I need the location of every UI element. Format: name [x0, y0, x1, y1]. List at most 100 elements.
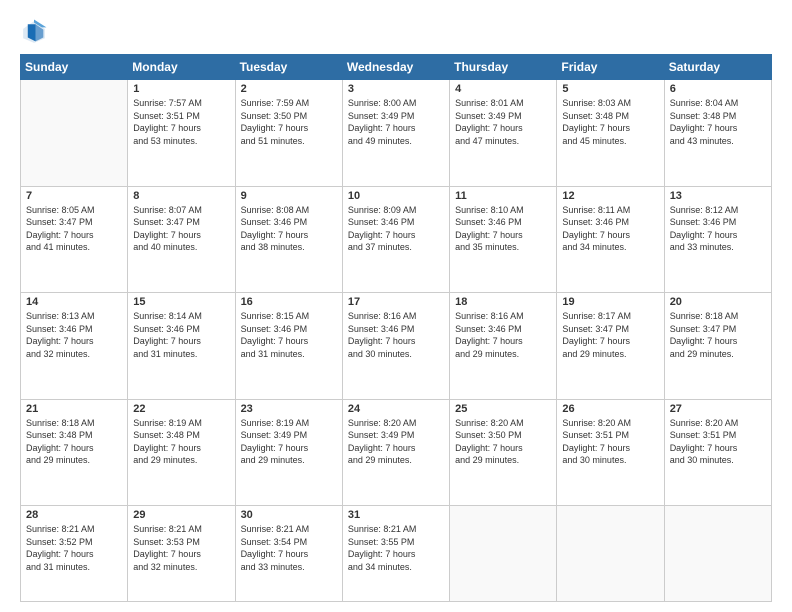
day-info: Sunrise: 8:05 AM Sunset: 3:47 PM Dayligh… [26, 204, 122, 254]
day-info: Sunrise: 7:57 AM Sunset: 3:51 PM Dayligh… [133, 97, 229, 147]
day-number: 20 [670, 296, 766, 308]
calendar-cell: 23 Sunrise: 8:19 AM Sunset: 3:49 PM Dayli… [235, 399, 342, 506]
day-info: Sunrise: 8:11 AM Sunset: 3:46 PM Dayligh… [562, 204, 658, 254]
day-number: 31 [348, 509, 444, 521]
calendar-cell: 22 Sunrise: 8:19 AM Sunset: 3:48 PM Dayli… [128, 399, 235, 506]
day-info: Sunrise: 8:17 AM Sunset: 3:47 PM Dayligh… [562, 310, 658, 360]
day-info: Sunrise: 8:08 AM Sunset: 3:46 PM Dayligh… [241, 204, 337, 254]
day-number: 9 [241, 190, 337, 202]
calendar-cell: 24 Sunrise: 8:20 AM Sunset: 3:49 PM Dayli… [342, 399, 449, 506]
day-info: Sunrise: 8:18 AM Sunset: 3:47 PM Dayligh… [670, 310, 766, 360]
calendar-cell [450, 506, 557, 602]
weekday-header: Wednesday [342, 55, 449, 80]
day-info: Sunrise: 8:18 AM Sunset: 3:48 PM Dayligh… [26, 417, 122, 467]
calendar-cell: 15Sunrise: 8:14 AM Sunset: 3:46 PM Dayli… [128, 293, 235, 400]
day-number: 25 [455, 403, 551, 415]
day-number: 14 [26, 296, 122, 308]
calendar-cell: 27 Sunrise: 8:20 AM Sunset: 3:51 PM Dayli… [664, 399, 771, 506]
day-number: 23 [241, 403, 337, 415]
day-info: Sunrise: 8:21 AM Sunset: 3:52 PM Dayligh… [26, 523, 122, 573]
header [20, 18, 772, 46]
day-info: Sunrise: 8:03 AM Sunset: 3:48 PM Dayligh… [562, 97, 658, 147]
calendar-cell: 8 Sunrise: 8:07 AM Sunset: 3:47 PM Daylig… [128, 186, 235, 293]
calendar-cell [21, 80, 128, 187]
calendar-cell: 29 Sunrise: 8:21 AM Sunset: 3:53 PM Dayli… [128, 506, 235, 602]
day-number: 2 [241, 83, 337, 95]
day-info: Sunrise: 7:59 AM Sunset: 3:50 PM Dayligh… [241, 97, 337, 147]
calendar-cell: 25 Sunrise: 8:20 AM Sunset: 3:50 PM Dayli… [450, 399, 557, 506]
weekday-header: Sunday [21, 55, 128, 80]
day-number: 13 [670, 190, 766, 202]
calendar-cell [664, 506, 771, 602]
day-number: 16 [241, 296, 337, 308]
page: SundayMondayTuesdayWednesdayThursdayFrid… [0, 0, 792, 612]
day-number: 4 [455, 83, 551, 95]
day-info: Sunrise: 8:21 AM Sunset: 3:54 PM Dayligh… [241, 523, 337, 573]
day-info: Sunrise: 8:19 AM Sunset: 3:48 PM Dayligh… [133, 417, 229, 467]
calendar-cell: 10Sunrise: 8:09 AM Sunset: 3:46 PM Dayli… [342, 186, 449, 293]
day-number: 3 [348, 83, 444, 95]
day-info: Sunrise: 8:01 AM Sunset: 3:49 PM Dayligh… [455, 97, 551, 147]
calendar-cell: 4 Sunrise: 8:01 AM Sunset: 3:49 PM Daylig… [450, 80, 557, 187]
weekday-header: Monday [128, 55, 235, 80]
weekday-header: Friday [557, 55, 664, 80]
calendar-cell: 31 Sunrise: 8:21 AM Sunset: 3:55 PM Dayli… [342, 506, 449, 602]
day-number: 15 [133, 296, 229, 308]
day-number: 21 [26, 403, 122, 415]
day-number: 18 [455, 296, 551, 308]
calendar-cell: 18 Sunrise: 8:16 AM Sunset: 3:46 PM Dayli… [450, 293, 557, 400]
day-info: Sunrise: 8:21 AM Sunset: 3:53 PM Dayligh… [133, 523, 229, 573]
calendar-cell: 5 Sunrise: 8:03 AM Sunset: 3:48 PM Daylig… [557, 80, 664, 187]
calendar-table: SundayMondayTuesdayWednesdayThursdayFrid… [20, 54, 772, 602]
day-info: Sunrise: 8:13 AM Sunset: 3:46 PM Dayligh… [26, 310, 122, 360]
day-info: Sunrise: 8:04 AM Sunset: 3:48 PM Dayligh… [670, 97, 766, 147]
calendar-cell: 17 Sunrise: 8:16 AM Sunset: 3:46 PM Dayli… [342, 293, 449, 400]
day-info: Sunrise: 8:20 AM Sunset: 3:50 PM Dayligh… [455, 417, 551, 467]
day-number: 5 [562, 83, 658, 95]
day-info: Sunrise: 8:16 AM Sunset: 3:46 PM Dayligh… [455, 310, 551, 360]
day-number: 29 [133, 509, 229, 521]
calendar-cell: 19Sunrise: 8:17 AM Sunset: 3:47 PM Dayli… [557, 293, 664, 400]
calendar-cell [557, 506, 664, 602]
day-info: Sunrise: 8:12 AM Sunset: 3:46 PM Dayligh… [670, 204, 766, 254]
calendar-cell: 3 Sunrise: 8:00 AM Sunset: 3:49 PM Daylig… [342, 80, 449, 187]
day-info: Sunrise: 8:20 AM Sunset: 3:51 PM Dayligh… [562, 417, 658, 467]
calendar-cell: 7 Sunrise: 8:05 AM Sunset: 3:47 PM Daylig… [21, 186, 128, 293]
calendar-cell: 20 Sunrise: 8:18 AM Sunset: 3:47 PM Dayli… [664, 293, 771, 400]
day-info: Sunrise: 8:10 AM Sunset: 3:46 PM Dayligh… [455, 204, 551, 254]
day-info: Sunrise: 8:19 AM Sunset: 3:49 PM Dayligh… [241, 417, 337, 467]
day-number: 22 [133, 403, 229, 415]
logo [20, 18, 52, 46]
calendar-cell: 26Sunrise: 8:20 AM Sunset: 3:51 PM Dayli… [557, 399, 664, 506]
day-info: Sunrise: 8:15 AM Sunset: 3:46 PM Dayligh… [241, 310, 337, 360]
calendar-cell: 14 Sunrise: 8:13 AM Sunset: 3:46 PM Dayli… [21, 293, 128, 400]
day-number: 7 [26, 190, 122, 202]
day-info: Sunrise: 8:20 AM Sunset: 3:49 PM Dayligh… [348, 417, 444, 467]
day-number: 11 [455, 190, 551, 202]
calendar-cell: 21 Sunrise: 8:18 AM Sunset: 3:48 PM Dayli… [21, 399, 128, 506]
day-number: 6 [670, 83, 766, 95]
day-number: 17 [348, 296, 444, 308]
day-info: Sunrise: 8:07 AM Sunset: 3:47 PM Dayligh… [133, 204, 229, 254]
day-number: 24 [348, 403, 444, 415]
day-info: Sunrise: 8:20 AM Sunset: 3:51 PM Dayligh… [670, 417, 766, 467]
calendar-cell: 2 Sunrise: 7:59 AM Sunset: 3:50 PM Daylig… [235, 80, 342, 187]
weekday-header: Tuesday [235, 55, 342, 80]
day-info: Sunrise: 8:16 AM Sunset: 3:46 PM Dayligh… [348, 310, 444, 360]
calendar-cell: 28 Sunrise: 8:21 AM Sunset: 3:52 PM Dayli… [21, 506, 128, 602]
logo-icon [20, 18, 48, 46]
calendar-cell: 11 Sunrise: 8:10 AM Sunset: 3:46 PM Dayli… [450, 186, 557, 293]
calendar-cell: 13 Sunrise: 8:12 AM Sunset: 3:46 PM Dayli… [664, 186, 771, 293]
day-info: Sunrise: 8:21 AM Sunset: 3:55 PM Dayligh… [348, 523, 444, 573]
day-info: Sunrise: 8:09 AM Sunset: 3:46 PM Dayligh… [348, 204, 444, 254]
calendar-cell: 16 Sunrise: 8:15 AM Sunset: 3:46 PM Dayli… [235, 293, 342, 400]
day-info: Sunrise: 8:00 AM Sunset: 3:49 PM Dayligh… [348, 97, 444, 147]
calendar-cell: 12Sunrise: 8:11 AM Sunset: 3:46 PM Dayli… [557, 186, 664, 293]
day-number: 28 [26, 509, 122, 521]
calendar-cell: 1 Sunrise: 7:57 AM Sunset: 3:51 PM Daylig… [128, 80, 235, 187]
calendar-cell: 30Sunrise: 8:21 AM Sunset: 3:54 PM Dayli… [235, 506, 342, 602]
day-number: 1 [133, 83, 229, 95]
calendar-cell: 6 Sunrise: 8:04 AM Sunset: 3:48 PM Daylig… [664, 80, 771, 187]
day-number: 8 [133, 190, 229, 202]
day-number: 27 [670, 403, 766, 415]
